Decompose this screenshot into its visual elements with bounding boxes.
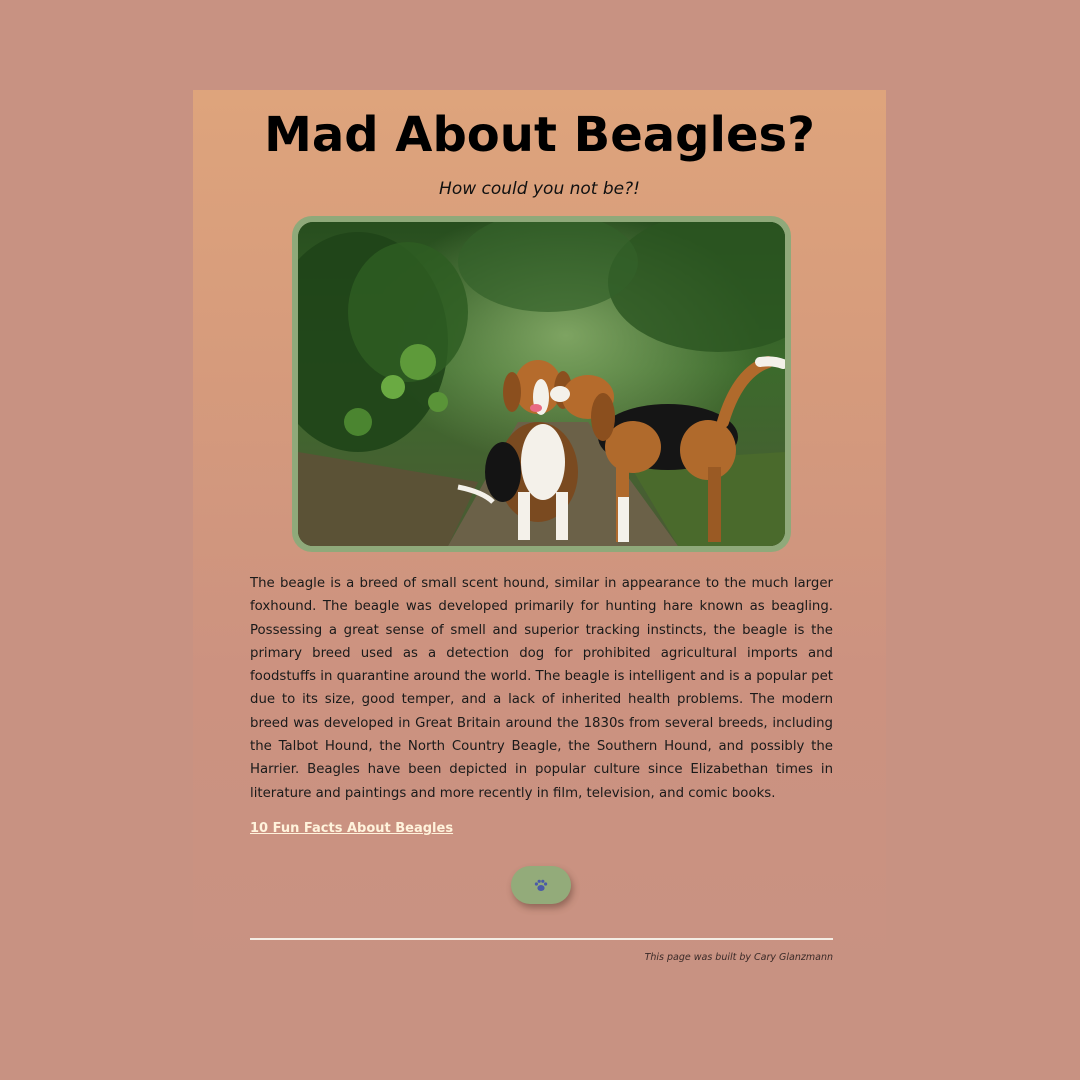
photo-frame xyxy=(292,216,791,552)
paw-button[interactable] xyxy=(511,866,571,904)
fun-facts-link[interactable]: 10 Fun Facts About Beagles xyxy=(250,821,453,836)
page-card: Mad About Beagles? How could you not be?… xyxy=(193,90,886,992)
paw-icon xyxy=(534,879,548,891)
beagle-description: The beagle is a breed of small scent hou… xyxy=(250,576,834,801)
page-subtitle: How could you not be?! xyxy=(439,179,640,199)
beagles-photo xyxy=(298,222,785,546)
page-title: Mad About Beagles? xyxy=(264,107,815,163)
footer-credit: This page was built by Cary Glanzmann xyxy=(644,952,833,963)
beagles-illustration xyxy=(298,222,785,546)
footer-divider xyxy=(250,938,833,940)
